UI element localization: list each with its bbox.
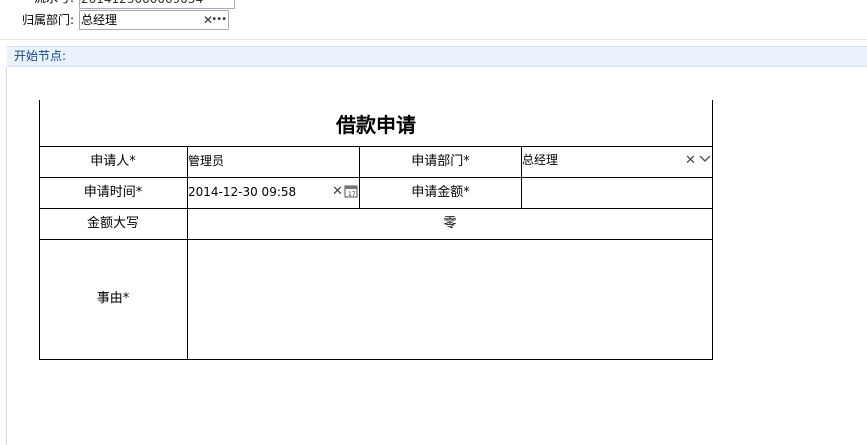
apply-time-label: 申请时间* [83, 185, 143, 200]
serial-value: 2014123000009054 [81, 0, 203, 7]
form-border-bottom [39, 359, 713, 360]
apply-amount-label: 申请金额* [411, 185, 470, 200]
reason-label: 事由* [96, 291, 130, 306]
applicant-field[interactable]: 管理员 [188, 153, 224, 169]
row-divider [39, 239, 713, 240]
serial-label: 流水号: [10, 0, 74, 8]
svg-text:17: 17 [348, 191, 356, 198]
apply-amount-field[interactable] [522, 184, 711, 200]
chevron-down-icon[interactable] [698, 152, 712, 169]
dept-value: 总经理 [81, 13, 118, 27]
apply-dept-field[interactable]: 总经理 [522, 152, 558, 168]
close-icon[interactable]: ✕ [332, 185, 343, 199]
page: 流水号: 2014123000009054 归属部门: 总经理 ✕ ••• 开始… [0, 0, 867, 445]
node-bar: 开始节点: [7, 46, 867, 67]
amount-upper-label: 金额大写 [86, 216, 139, 231]
applicant-label: 申请人* [90, 154, 136, 169]
header-divider [0, 39, 867, 40]
apply-time-field[interactable]: 2014-12-30 09:58 [188, 184, 296, 200]
dept-field[interactable]: 总经理 ✕ ••• [79, 10, 229, 30]
serial-field: 2014123000009054 [79, 0, 235, 9]
node-bar-label: 开始节点: [14, 49, 67, 63]
reason-field[interactable] [188, 242, 710, 358]
close-icon[interactable]: ✕ [685, 154, 696, 168]
dept-label: 归属部门: [21, 13, 74, 27]
ellipsis-icon[interactable]: ••• [211, 11, 227, 28]
loan-form: 借款申请 申请人* 管理员 申请部门* 总经理 ✕ 申请时间* 2014-12-… [39, 100, 713, 360]
apply-dept-label: 申请部门* [411, 154, 470, 169]
left-rule [6, 67, 7, 445]
amount-upper-value: 零 [443, 216, 457, 231]
form-title: 借款申请 [336, 113, 416, 137]
calendar-icon[interactable]: 17 [344, 184, 358, 201]
